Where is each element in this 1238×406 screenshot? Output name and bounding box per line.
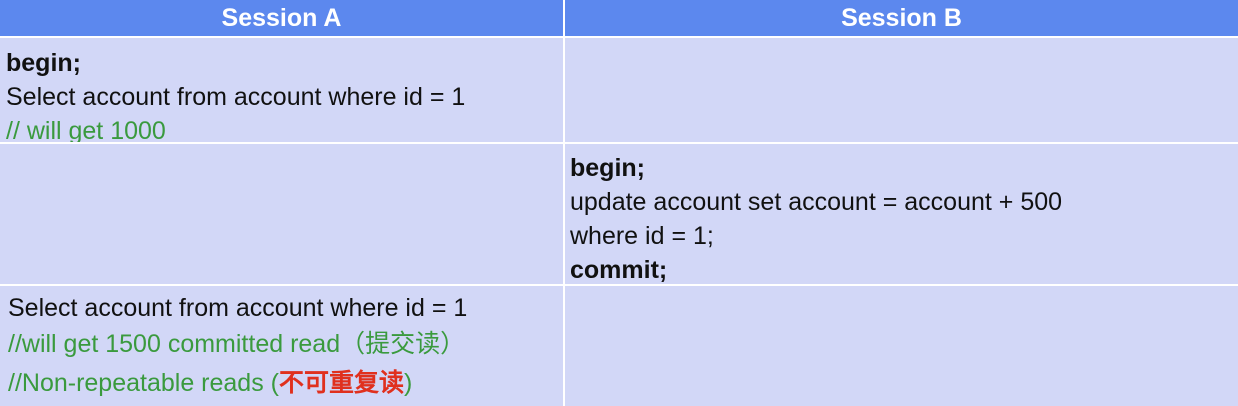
- row2-where-clause: where id = 1;: [570, 222, 714, 250]
- header-session-b: Session B: [565, 0, 1238, 38]
- row2-update-statement: update account set account = account + 5…: [570, 188, 1063, 216]
- row2-session-a-cell: [0, 144, 565, 286]
- row3-select-statement: Select account from account where id = 1: [8, 294, 468, 322]
- header-session-b-label: Session B: [841, 3, 962, 32]
- row3-comment-committed-read: //will get 1500 committed read（提交读）: [8, 330, 466, 358]
- row3-comment-suffix: ): [404, 369, 413, 397]
- row1-comment: // will get 1000: [6, 117, 166, 144]
- row1-select-statement: Select account from account where id = 1: [6, 83, 466, 111]
- isolation-table: Session A Session B begin; Select accoun…: [0, 0, 1238, 406]
- row3-session-a-cell: Select account from account where id = 1…: [0, 286, 565, 406]
- row1-session-a-cell: begin; Select account from account where…: [0, 38, 565, 144]
- header-session-a: Session A: [0, 0, 565, 38]
- row1-begin-statement: begin;: [6, 49, 81, 77]
- header-session-a-label: Session A: [221, 3, 342, 32]
- row1-session-b-cell: [565, 38, 1238, 144]
- row3-comment-prefix: //Non-repeatable reads (: [8, 369, 279, 397]
- row2-commit-statement: commit;: [570, 256, 668, 284]
- row3-session-b-cell: [565, 286, 1238, 406]
- row2-begin-statement: begin;: [570, 154, 645, 182]
- row3-comment-highlight: 不可重复读: [278, 369, 404, 397]
- row3-comment-non-repeatable: //Non-repeatable reads (不可重复读): [8, 364, 563, 403]
- row2-session-b-cell: begin; update account set account = acco…: [565, 144, 1238, 286]
